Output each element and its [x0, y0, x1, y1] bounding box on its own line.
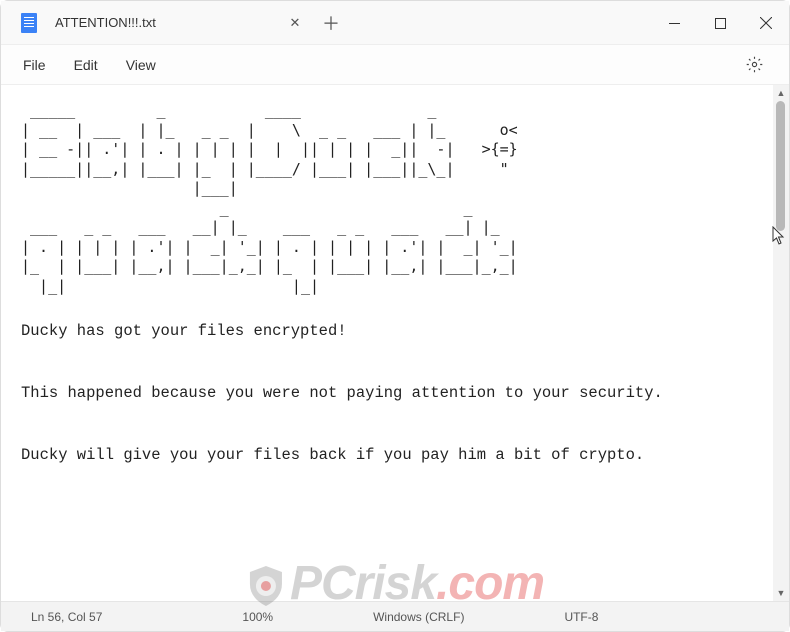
- plus-icon: ＋: [322, 10, 340, 36]
- close-icon: [760, 17, 772, 29]
- gear-icon: [746, 56, 763, 73]
- titlebar: ATTENTION!!!.txt ✕ ＋: [1, 1, 789, 45]
- body-text: Ducky has got your files encrypted! This…: [21, 316, 753, 471]
- status-encoding: UTF-8: [554, 610, 608, 624]
- new-tab-button[interactable]: ＋: [317, 9, 345, 37]
- close-icon: ✕: [290, 15, 301, 31]
- content-wrap: _____ _ ____ _ | __ | ___ | |_ _ _ | \ _…: [1, 85, 789, 601]
- scroll-up-icon[interactable]: ▲: [773, 85, 789, 101]
- tab-title: ATTENTION!!!.txt: [55, 15, 165, 30]
- minimize-icon: [669, 18, 680, 29]
- scroll-thumb[interactable]: [776, 101, 785, 231]
- menu-file[interactable]: File: [9, 51, 60, 79]
- tab-file[interactable]: ATTENTION!!!.txt: [47, 5, 181, 41]
- scroll-down-icon[interactable]: ▼: [773, 585, 789, 601]
- text-area[interactable]: _____ _ ____ _ | __ | ___ | |_ _ _ | \ _…: [1, 85, 773, 601]
- tab-close-button[interactable]: ✕: [281, 9, 309, 37]
- vertical-scrollbar[interactable]: ▲ ▼: [773, 85, 789, 601]
- menu-edit[interactable]: Edit: [60, 51, 112, 79]
- settings-button[interactable]: [737, 50, 771, 80]
- close-button[interactable]: [743, 1, 789, 45]
- statusbar: Ln 56, Col 57 100% Windows (CRLF) UTF-8: [1, 601, 789, 631]
- window-controls: [651, 1, 789, 44]
- menubar: File Edit View: [1, 45, 789, 85]
- status-eol: Windows (CRLF): [363, 610, 474, 624]
- scroll-track[interactable]: [773, 101, 789, 585]
- notepad-icon: [21, 13, 37, 33]
- status-cursor: Ln 56, Col 57: [21, 610, 112, 624]
- ascii-art: _____ _ ____ _ | __ | ___ | |_ _ _ | \ _…: [21, 101, 753, 296]
- minimize-button[interactable]: [651, 1, 697, 45]
- maximize-icon: [715, 18, 726, 29]
- status-zoom: 100%: [232, 610, 283, 624]
- menu-view[interactable]: View: [112, 51, 170, 79]
- maximize-button[interactable]: [697, 1, 743, 45]
